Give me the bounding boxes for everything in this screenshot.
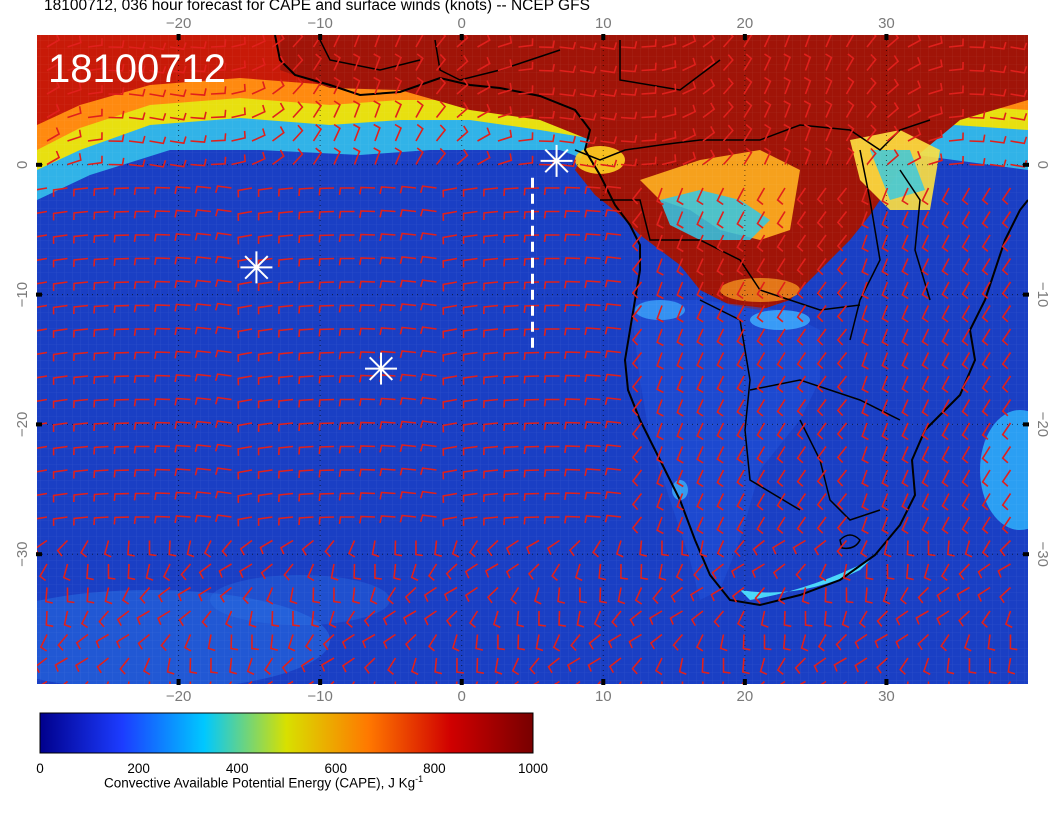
lon-tick-label-top: 10	[595, 15, 612, 32]
bottom-tick-mark	[318, 679, 323, 685]
top-tick-mark	[459, 34, 464, 40]
colorbar-tick-label: 0	[36, 761, 44, 776]
lat-tick-label-left: 0	[14, 161, 31, 169]
left-tick-mark	[36, 422, 42, 427]
asterisk-marker-icon	[365, 352, 398, 385]
lat-tick-label-right: −10	[1034, 282, 1051, 307]
lon-tick-label-bottom: −20	[166, 688, 191, 705]
lon-tick-label-bottom: 20	[737, 688, 754, 705]
asterisk-marker-icon	[540, 144, 573, 177]
lon-tick-label-bottom: −10	[307, 688, 332, 705]
lon-tick-label-top: 0	[458, 15, 466, 32]
lat-tick-label-left: −30	[14, 541, 31, 566]
colorbar-tick-label: 1000	[518, 761, 548, 776]
lon-tick-label-top: 30	[878, 15, 895, 32]
lon-tick-label-top: −10	[307, 15, 332, 32]
colorbar	[39, 712, 534, 754]
left-tick-mark	[36, 292, 42, 297]
right-tick-mark	[1023, 422, 1029, 427]
colorbar-tick-label: 800	[423, 761, 446, 776]
left-tick-mark	[36, 552, 42, 557]
top-tick-mark	[884, 34, 889, 40]
lat-tick-label-left: −20	[14, 412, 31, 437]
left-tick-mark	[36, 162, 42, 167]
lon-tick-label-bottom: 30	[878, 688, 895, 705]
map-figure: 18100712 −20 −20 −10 −10 0 0 10 10 20 20 30 30 0 0 −10…	[14, 15, 1051, 776]
right-tick-mark	[1023, 552, 1029, 557]
bottom-tick-mark	[742, 679, 747, 685]
asterisk-marker-icon	[240, 251, 273, 284]
lat-tick-label-right: 0	[1034, 161, 1051, 169]
top-tick-mark	[176, 34, 181, 40]
bottom-tick-mark	[601, 679, 606, 685]
colorbar-title: Convective Available Potential Energy (C…	[104, 774, 423, 791]
colorbar-label: Convective Available Potential Energy (C…	[104, 775, 416, 791]
lat-tick-label-right: −30	[1034, 541, 1051, 566]
colorbar-label-exponent: -1	[415, 774, 424, 784]
bottom-tick-mark	[884, 679, 889, 685]
lon-tick-label-bottom: 10	[595, 688, 612, 705]
lon-tick-label-bottom: 0	[458, 688, 466, 705]
bottom-tick-mark	[176, 679, 181, 685]
right-tick-mark	[1023, 162, 1029, 167]
lon-tick-label-top: −20	[166, 15, 191, 32]
lat-tick-label-right: −20	[1034, 412, 1051, 437]
top-tick-mark	[742, 34, 747, 40]
top-tick-mark	[318, 34, 323, 40]
bottom-tick-mark	[459, 679, 464, 685]
lat-tick-label-left: −10	[14, 282, 31, 307]
right-tick-mark	[1023, 292, 1029, 297]
top-tick-mark	[601, 34, 606, 40]
date-stamp: 18100712	[48, 47, 226, 91]
lon-tick-label-top: 20	[737, 15, 754, 32]
